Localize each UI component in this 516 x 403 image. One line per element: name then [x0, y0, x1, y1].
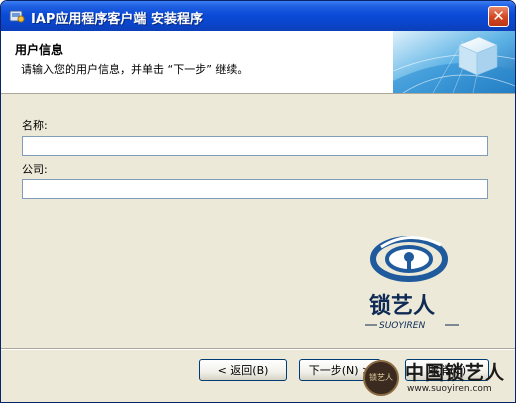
logo-brand-text: 锁艺人	[369, 293, 435, 319]
name-label: 名称:	[22, 119, 48, 132]
watermark-seal-icon: 锁艺人	[363, 360, 399, 396]
page-title: 用户信息	[15, 43, 64, 57]
installer-icon	[9, 10, 25, 23]
close-button[interactable]: ✕	[488, 6, 509, 27]
suoyiren-logo-icon: 锁艺人 SUOYIREN	[365, 235, 459, 331]
window-title: IAP应用程序客户端 安装程序	[31, 12, 203, 27]
close-icon: ✕	[492, 7, 505, 25]
installer-window: IAP应用程序客户端 安装程序 ✕ 用户信息 请输入您的用户信息，并单击 “下一…	[0, 0, 516, 403]
page-subtitle: 请输入您的用户信息，并单击 “下一步” 继续。	[21, 63, 249, 76]
header-cube-graphic-icon	[393, 31, 515, 93]
name-field[interactable]	[22, 136, 488, 156]
back-button[interactable]: < 返回(B)	[199, 359, 287, 381]
header-panel: 用户信息 请输入您的用户信息，并单击 “下一步” 继续。	[1, 31, 515, 94]
logo-brand-sub: SUOYIREN	[379, 321, 425, 331]
watermark-title: 中国锁艺人	[405, 362, 506, 384]
watermark-seal-text: 锁艺人	[369, 373, 393, 382]
watermark-url: www.suoyiren.com	[407, 384, 492, 394]
site-watermark: 锁艺人 中国锁艺人 www.suoyiren.com	[359, 356, 511, 400]
footer-divider	[1, 348, 515, 350]
title-bar[interactable]: IAP应用程序客户端 安装程序 ✕	[1, 1, 515, 31]
company-field[interactable]	[22, 179, 488, 199]
company-label: 公司:	[22, 163, 48, 176]
